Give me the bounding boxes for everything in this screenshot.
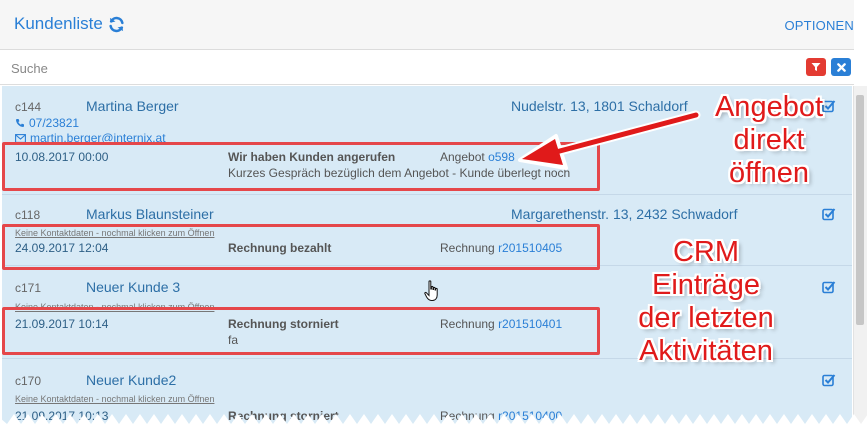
- filter-button[interactable]: [806, 58, 826, 76]
- hand-cursor-icon: [424, 280, 438, 301]
- customer-id: c118: [15, 208, 41, 222]
- clear-icon: [836, 62, 846, 72]
- annotation-line: direkt: [733, 124, 805, 156]
- phone-number: 07/23821: [29, 116, 80, 130]
- checkbox-icon[interactable]: [822, 280, 836, 294]
- customer-id: c170: [15, 374, 42, 388]
- highlight-box-activity-1: [2, 142, 600, 191]
- customer-address: Nudelstr. 13, 1801 Schaldorf: [511, 98, 688, 114]
- page-title: Kundenliste: [14, 14, 125, 34]
- customer-name[interactable]: Markus Blaunsteiner: [86, 206, 214, 222]
- annotation-line: öffnen: [728, 157, 810, 189]
- customer-id: c144: [15, 100, 42, 114]
- highlight-box-activity-2: [2, 224, 600, 270]
- annotation-line: der letzten: [638, 302, 774, 334]
- customer-id: c171: [15, 281, 42, 295]
- checkbox-icon[interactable]: [822, 373, 836, 387]
- clear-filter-button[interactable]: [831, 58, 851, 76]
- checkbox-icon[interactable]: [822, 207, 836, 221]
- annotation-line: Einträge: [651, 269, 760, 301]
- search-input[interactable]: [4, 54, 794, 82]
- phone-icon: [16, 119, 24, 127]
- annotation-angebot: Angebot direkt öffnen: [694, 91, 844, 190]
- torn-edge: [0, 414, 867, 448]
- options-button[interactable]: OPTIONEN: [785, 18, 855, 33]
- customer-name[interactable]: Martina Berger: [86, 98, 179, 114]
- app: Kundenliste OPTIONEN c144 Martina Berger…: [0, 0, 867, 448]
- search-bar: [0, 51, 854, 85]
- page-title-label: Kundenliste: [14, 14, 103, 33]
- annotation-line: Angebot: [714, 91, 824, 123]
- filter-icon: [811, 63, 821, 71]
- annotation-line: CRM: [672, 236, 740, 268]
- highlight-box-activity-3: [2, 307, 600, 355]
- customer-name[interactable]: Neuer Kunde 3: [86, 279, 180, 295]
- annotation-crm: CRM Einträge der letzten Aktivitäten: [618, 236, 794, 368]
- customer-address: Margarethenstr. 13, 2432 Schwadorf: [511, 206, 738, 222]
- customer-phone[interactable]: 07/23821: [15, 116, 79, 130]
- header: Kundenliste OPTIONEN: [0, 0, 854, 50]
- customer-name[interactable]: Neuer Kunde2: [86, 372, 176, 388]
- refresh-icon[interactable]: [108, 16, 125, 33]
- annotation-line: Aktivitäten: [639, 335, 773, 367]
- scrollbar-thumb[interactable]: [856, 95, 864, 325]
